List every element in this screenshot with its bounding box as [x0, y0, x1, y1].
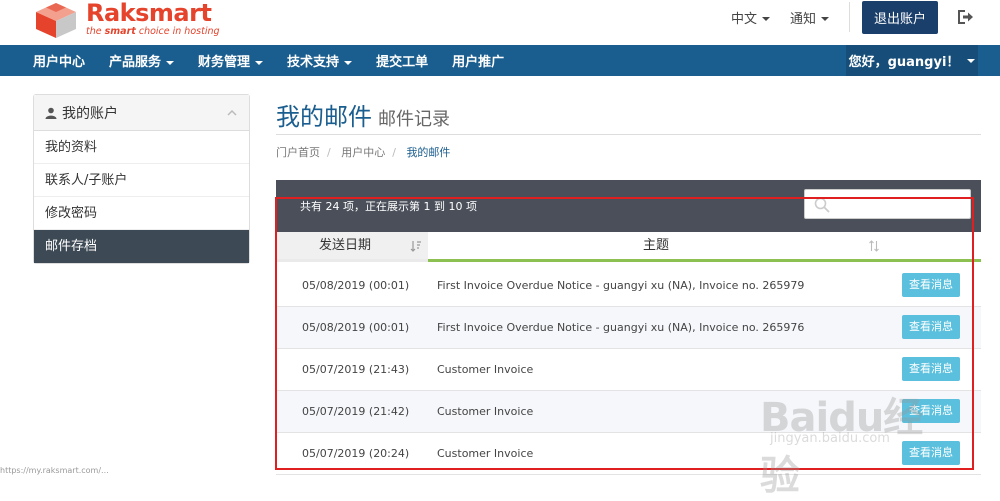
- brand-logo[interactable]: Raksmart the smart choice in hosting: [32, 0, 220, 42]
- column-header-action: [884, 232, 981, 262]
- breadcrumb-user-center[interactable]: 用户中心: [341, 146, 385, 159]
- nav-products[interactable]: 产品服务: [109, 51, 175, 70]
- sidebar-item-contacts[interactable]: 联系人/子账户: [34, 164, 249, 197]
- top-bar: Raksmart the smart choice in hosting 中文 …: [0, 0, 1000, 45]
- view-message-button[interactable]: 查看消息: [902, 273, 960, 297]
- sidebar-title: 我的账户: [62, 105, 118, 122]
- row-date: 05/08/2019 (00:01): [302, 321, 410, 334]
- notifications-dropdown[interactable]: 通知: [790, 8, 829, 27]
- sidebar-header[interactable]: 我的账户: [34, 95, 249, 131]
- sort-desc-icon: [410, 241, 421, 252]
- table-row: 05/08/2019 (00:01) First Invoice Overdue…: [276, 307, 981, 349]
- row-date: 05/07/2019 (21:43): [302, 363, 410, 376]
- logout-button[interactable]: 退出账户: [861, 0, 938, 34]
- breadcrumb: 门户首页 / 用户中心 / 我的邮件: [276, 146, 451, 159]
- user-icon: [45, 107, 57, 119]
- sidebar-item-password[interactable]: 修改密码: [34, 197, 249, 230]
- search-icon: [814, 197, 830, 213]
- baidu-watermark: Baidu经验 jingyan.baidu.com: [760, 385, 960, 499]
- view-message-button[interactable]: 查看消息: [902, 357, 960, 381]
- sign-out-icon[interactable]: [956, 8, 974, 26]
- table-info: 共有 24 项，正在展示第 1 到 10 项: [300, 200, 477, 213]
- watermark-sub: jingyan.baidu.com: [770, 431, 890, 446]
- breadcrumb-home[interactable]: 门户首页: [276, 146, 320, 159]
- sidebar-item-profile[interactable]: 我的资料: [34, 131, 249, 164]
- user-menu[interactable]: 您好，guangyi！: [846, 45, 978, 76]
- nav-affiliate[interactable]: 用户推广: [452, 51, 504, 70]
- main-nav: 用户中心 产品服务 财务管理 技术支持 提交工单 用户推广 您好，guangyi…: [0, 45, 1000, 76]
- row-subject: Customer Invoice: [437, 363, 534, 376]
- search-input[interactable]: [804, 189, 971, 219]
- row-subject: First Invoice Overdue Notice - guangyi x…: [437, 321, 805, 334]
- column-header-subject[interactable]: 主题: [428, 232, 884, 262]
- chevron-down-icon: [255, 60, 264, 65]
- view-message-button[interactable]: 查看消息: [902, 315, 960, 339]
- divider: [276, 134, 981, 135]
- table-toolbar: 共有 24 项，正在展示第 1 到 10 项: [276, 180, 981, 232]
- table-header: 发送日期 主题: [276, 232, 981, 262]
- brand-tagline: the smart choice in hosting: [86, 26, 220, 37]
- row-subject: Customer Invoice: [437, 447, 534, 460]
- divider: [848, 2, 850, 32]
- row-date: 05/07/2019 (20:24): [302, 447, 410, 460]
- nav-support[interactable]: 技术支持: [287, 51, 353, 70]
- page-subtitle: 邮件记录: [378, 109, 450, 130]
- row-subject: First Invoice Overdue Notice - guangyi x…: [437, 279, 805, 292]
- sidebar-item-email-archive[interactable]: 邮件存档: [34, 230, 249, 263]
- page-title: 我的邮件 邮件记录: [276, 103, 450, 131]
- chevron-down-icon: [761, 17, 770, 21]
- account-sidebar: 我的账户 我的资料 联系人/子账户 修改密码 邮件存档: [33, 94, 250, 264]
- row-subject: Customer Invoice: [437, 405, 534, 418]
- logo-cube-icon: [36, 3, 76, 38]
- nav-user-center[interactable]: 用户中心: [33, 51, 85, 70]
- row-date: 05/08/2019 (00:01): [302, 279, 410, 292]
- nav-finance[interactable]: 财务管理: [198, 51, 264, 70]
- nav-submit-ticket[interactable]: 提交工单: [376, 51, 428, 70]
- brand-name: Raksmart: [86, 0, 212, 27]
- chevron-down-icon: [166, 60, 175, 65]
- chevron-down-icon: [344, 60, 353, 65]
- chevron-down-icon: [820, 17, 829, 21]
- sort-icon: [869, 240, 879, 252]
- table-row: 05/08/2019 (00:01) First Invoice Overdue…: [276, 265, 981, 307]
- language-dropdown[interactable]: 中文: [731, 8, 770, 27]
- column-header-date[interactable]: 发送日期: [276, 232, 428, 262]
- chevron-up-icon: [227, 109, 237, 116]
- breadcrumb-current: 我的邮件: [406, 146, 451, 159]
- row-date: 05/07/2019 (21:42): [302, 405, 410, 418]
- chevron-down-icon: [967, 58, 976, 63]
